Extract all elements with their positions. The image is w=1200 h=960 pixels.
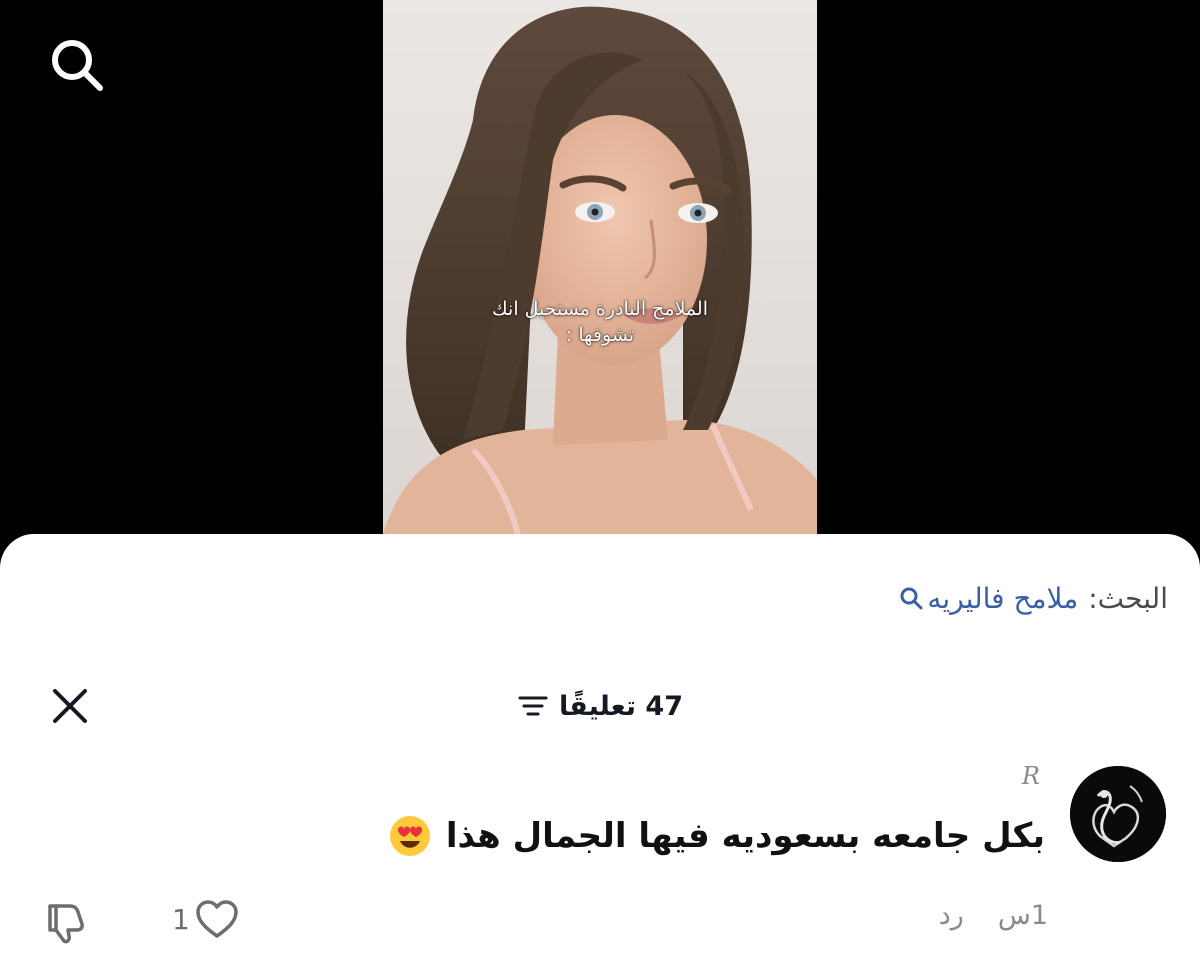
search-suggestion: البحث: ملامح فاليريه (899, 582, 1168, 615)
comment-meta: 1س رد (939, 900, 1048, 931)
comments-count-title: 47 تعليقًا (559, 690, 683, 722)
comment-item: R بكل جامعه بسعوديه فيها الجمال هذا 1س ر… (0, 762, 1200, 952)
caption-line-1: الملامح النادرة مستحيل انك (492, 298, 708, 320)
search-icon (900, 587, 923, 609)
video-player[interactable]: الملامح النادرة مستحيل انك تشوفها : (0, 0, 1200, 560)
heart-icon (196, 900, 238, 938)
video-frame (383, 0, 817, 534)
close-icon (53, 689, 87, 723)
video-caption: الملامح النادرة مستحيل انك تشوفها : (383, 296, 817, 348)
like-button[interactable]: 1 (172, 898, 240, 940)
close-button[interactable] (50, 686, 90, 726)
reply-button[interactable]: رد (939, 900, 964, 931)
comments-header: 47 تعليقًا (0, 684, 1200, 728)
thumbs-down-icon (48, 904, 84, 944)
filter-icon[interactable] (517, 692, 549, 720)
caption-line-2: تشوفها : (565, 324, 635, 346)
search-label: البحث: (1088, 582, 1168, 615)
like-count: 1 (172, 902, 190, 936)
comment-body: بكل جامعه بسعوديه فيها الجمال هذا (388, 814, 1045, 858)
comment-text: بكل جامعه بسعوديه فيها الجمال هذا (445, 816, 1045, 856)
search-button[interactable] (44, 32, 108, 96)
cat-heart-avatar-icon (1070, 766, 1166, 862)
comments-sheet: البحث: ملامح فاليريه 47 تعليقًا R بكل جا… (0, 534, 1200, 960)
avatar[interactable] (1070, 766, 1166, 862)
search-term-link[interactable]: ملامح فاليريه (899, 582, 1078, 615)
search-term-text: ملامح فاليريه (927, 582, 1079, 615)
comment-time: 1س (997, 900, 1048, 931)
heart-eyes-emoji-icon (388, 814, 432, 858)
dislike-button[interactable] (42, 898, 90, 950)
comment-username[interactable]: R (1022, 762, 1040, 790)
search-icon (52, 40, 103, 91)
